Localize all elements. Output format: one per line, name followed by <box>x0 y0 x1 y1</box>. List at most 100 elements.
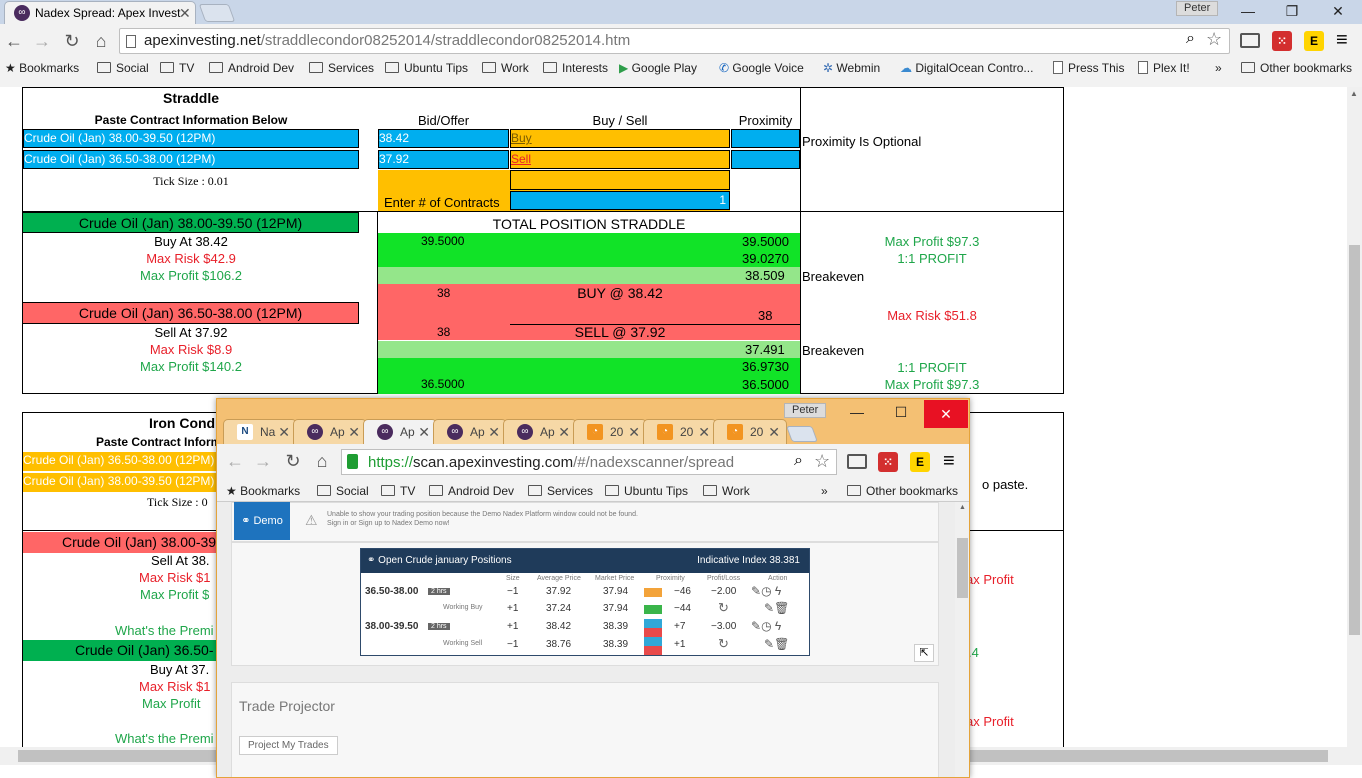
popup-dice-extension-icon[interactable]: ⁙ <box>878 452 898 472</box>
popup-bookmark-work[interactable]: Work <box>703 482 750 500</box>
proximity2-input[interactable] <box>731 150 800 169</box>
restore-button[interactable]: ❐ <box>1270 0 1314 22</box>
clock-icon[interactable]: ◷ <box>761 584 771 598</box>
bookmark-social[interactable]: Social <box>97 59 149 77</box>
popup-close-button[interactable]: ✕ <box>924 400 968 428</box>
popup-scroll-thumb[interactable] <box>957 538 968 598</box>
cast-icon[interactable] <box>1240 33 1260 48</box>
minimize-button[interactable]: — <box>1226 0 1270 22</box>
clock-icon[interactable]: ◷ <box>761 619 771 633</box>
new-tab-button[interactable] <box>198 4 236 22</box>
bookmarks-overflow[interactable]: » <box>1215 59 1222 77</box>
bookmarks-star[interactable]: ★ Bookmarks <box>5 59 79 77</box>
popup-minimize-button[interactable]: — <box>835 401 879 423</box>
bookmark-webmin[interactable]: ✲ Webmin <box>823 59 880 77</box>
popup-bookmarks-overflow[interactable]: » <box>821 482 828 500</box>
menu-icon[interactable]: ≡ <box>1336 30 1348 50</box>
popup-bookmark-services[interactable]: Services <box>528 482 593 500</box>
other-bookmarks[interactable]: Other bookmarks <box>1241 59 1352 77</box>
bookmark-plex-it[interactable]: Plex It! <box>1138 59 1190 77</box>
star-icon[interactable]: ☆ <box>1206 29 1222 50</box>
popup-reload-icon[interactable]: ↻ <box>282 448 304 474</box>
condor-contract2-input[interactable]: Crude Oil (Jan) 38.00-39.50 (12PM) <box>23 473 223 492</box>
bookmark-interests[interactable]: Interests <box>543 59 608 77</box>
popup-address-bar[interactable]: https://scan.apexinvesting.com/#/nadexsc… <box>341 449 837 475</box>
forward-icon[interactable]: → <box>31 28 53 54</box>
zoom-icon[interactable]: ⌕ <box>1186 30 1195 48</box>
edit-icon[interactable]: ✎ <box>764 637 774 651</box>
bolt-icon[interactable]: ϟ <box>775 584 781 598</box>
popup-bookmarks-star[interactable]: ★ Bookmarks <box>226 482 300 500</box>
contracts-blank-input[interactable] <box>510 170 730 190</box>
popup-bookmark-android-dev[interactable]: Android Dev <box>429 482 514 500</box>
bookmark-work[interactable]: Work <box>482 59 529 77</box>
dice-extension-icon[interactable]: ⁙ <box>1272 31 1292 51</box>
popup-tab-rss-2[interactable]: ◔ 20 ✕ <box>643 419 717 444</box>
scroll-up-arrow[interactable]: ▲ <box>1350 89 1358 98</box>
popup-e-extension-icon[interactable]: E <box>910 452 930 472</box>
popup-tab-rss-1[interactable]: ◔ 20 ✕ <box>573 419 647 444</box>
contract1-input[interactable]: Crude Oil (Jan) 38.00-39.50 (12PM) <box>23 129 359 148</box>
close-tab-icon[interactable]: ✕ <box>488 425 500 439</box>
sell-link[interactable]: Sell <box>510 150 730 169</box>
popup-tab-apex-4[interactable]: ∞ Ap ✕ <box>503 419 577 444</box>
close-tab-icon[interactable]: ✕ <box>558 425 570 439</box>
trash-icon[interactable]: 🗑 <box>774 637 789 651</box>
tab-active[interactable]: ∞ Nadex Spread: Apex Invest ✕ <box>4 1 196 24</box>
close-tab-icon[interactable]: ✕ <box>278 425 290 439</box>
e-extension-icon[interactable]: E <box>1304 31 1324 51</box>
condor-contract1-input[interactable]: Crude Oil (Jan) 36.50-38.00 (12PM) <box>23 452 223 471</box>
home-icon[interactable]: ⌂ <box>90 28 112 54</box>
popup-tab-apex-3[interactable]: ∞ Ap ✕ <box>433 419 507 444</box>
popup-tab-apex-1[interactable]: ∞ Ap ✕ <box>293 419 367 444</box>
close-tab-icon[interactable]: ✕ <box>418 425 430 439</box>
popup-home-icon[interactable]: ⌂ <box>311 448 333 474</box>
popup-tab-nadex[interactable]: N Na ✕ <box>223 419 297 444</box>
popup-maximize-button[interactable]: ☐ <box>879 401 923 423</box>
warning-line2[interactable]: Sign in or Sign up to Nadex Demo now! <box>327 520 450 527</box>
close-tab-icon[interactable]: ✕ <box>179 6 191 20</box>
bolt-icon[interactable]: ϟ <box>775 619 781 633</box>
bid2-input[interactable]: 37.92 <box>378 150 509 169</box>
bookmark-ubuntu-tips[interactable]: Ubuntu Tips <box>385 59 468 77</box>
row1-refresh-icon[interactable]: ↻ <box>718 600 729 616</box>
attach-icon[interactable]: ✎ <box>751 584 761 598</box>
edit-icon[interactable]: ✎ <box>764 601 774 615</box>
popup-bookmark-social[interactable]: Social <box>317 482 369 500</box>
profile-button[interactable]: Peter <box>1176 1 1219 16</box>
popup-scroll-up-arrow[interactable]: ▲ <box>959 504 966 511</box>
bid1-input[interactable]: 38.42 <box>378 129 509 148</box>
popup-forward-icon[interactable]: → <box>252 448 274 474</box>
popup-new-tab-button[interactable] <box>786 426 818 442</box>
popup-zoom-icon[interactable]: ⌕ <box>794 452 803 470</box>
popup-profile-button[interactable]: Peter <box>784 403 827 418</box>
bookmark-google-play[interactable]: ▶ Google Play <box>619 59 697 77</box>
scroll-thumb[interactable] <box>1349 245 1360 635</box>
external-link-icon[interactable]: ⇱ <box>914 644 934 662</box>
proximity1-input[interactable] <box>731 129 800 148</box>
popup-other-bookmarks[interactable]: Other bookmarks <box>847 482 958 500</box>
address-bar[interactable]: apexinvesting.net/straddlecondor08252014… <box>119 28 1230 54</box>
back-icon[interactable]: ← <box>3 28 25 54</box>
contracts-input[interactable]: 1 <box>510 191 730 210</box>
bookmark-google-voice[interactable]: ✆ Google Voice <box>719 59 804 77</box>
project-trades-button[interactable]: Project My Trades <box>239 736 338 755</box>
close-tab-icon[interactable]: ✕ <box>628 425 640 439</box>
popup-tab-apex-active[interactable]: ∞ Ap ✕ <box>363 419 437 444</box>
bookmark-press-this[interactable]: Press This <box>1053 59 1124 77</box>
popup-back-icon[interactable]: ← <box>224 448 246 474</box>
popup-menu-icon[interactable]: ≡ <box>943 451 955 471</box>
popup-bookmark-tv[interactable]: TV <box>381 482 415 500</box>
demo-button[interactable]: ⚭ Demo <box>234 502 290 540</box>
bookmark-tv[interactable]: TV <box>160 59 194 77</box>
attach-icon[interactable]: ✎ <box>751 619 761 633</box>
popup-bookmark-ubuntu-tips[interactable]: Ubuntu Tips <box>605 482 688 500</box>
bookmark-digitalocean[interactable]: ☁ DigitalOcean Contro... <box>900 59 1033 77</box>
buy-link[interactable]: Buy <box>510 129 730 148</box>
popup-tab-rss-3[interactable]: ◔ 20 ✕ <box>713 419 787 444</box>
close-tab-icon[interactable]: ✕ <box>698 425 710 439</box>
row3-refresh-icon[interactable]: ↻ <box>718 636 729 652</box>
close-tab-icon[interactable]: ✕ <box>348 425 360 439</box>
bookmark-android-dev[interactable]: Android Dev <box>209 59 294 77</box>
vertical-scrollbar[interactable]: ▲ <box>1347 87 1362 747</box>
